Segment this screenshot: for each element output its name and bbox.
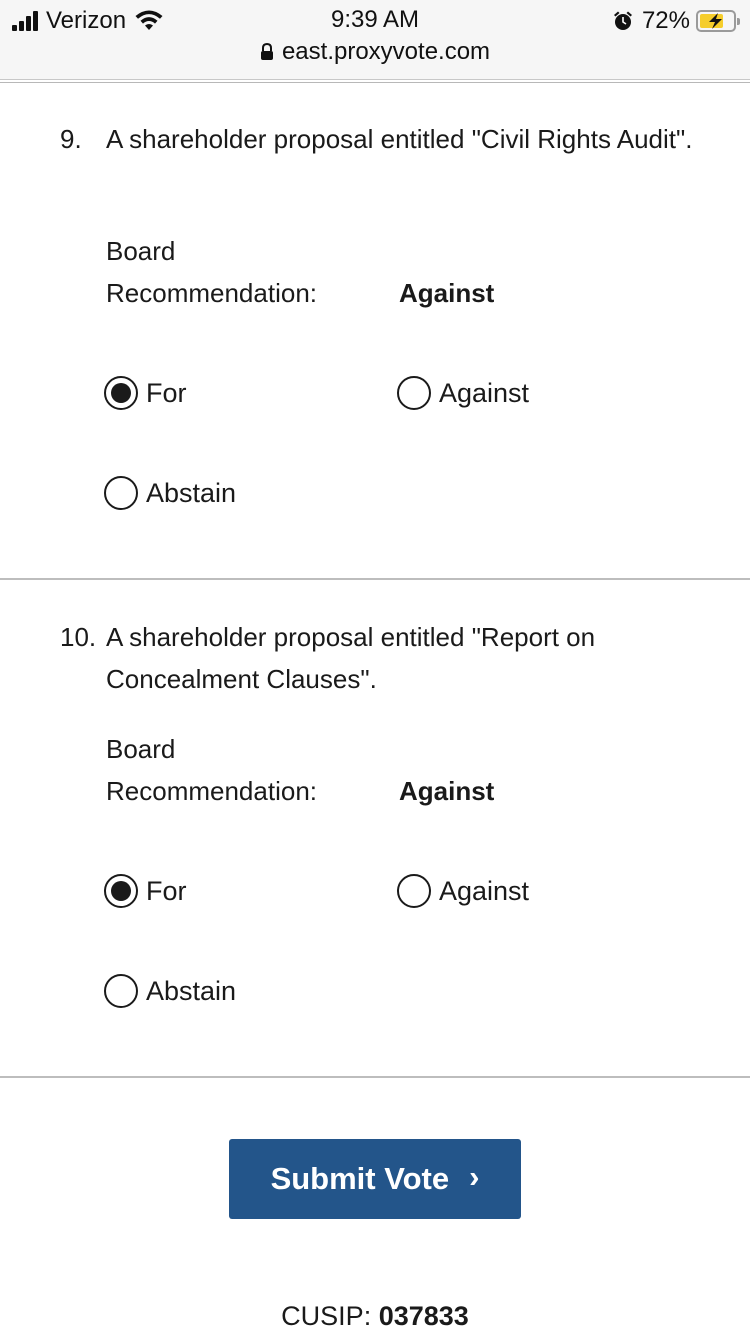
radio-for[interactable] bbox=[104, 874, 138, 908]
proposal-number: 10. bbox=[60, 622, 97, 652]
cusip-value: 037833 bbox=[378, 1301, 469, 1331]
charging-bolt-icon bbox=[709, 13, 722, 29]
vote-option-abstain[interactable]: Abstain bbox=[104, 474, 236, 512]
board-recommendation-label: Board Recommendation: bbox=[106, 734, 317, 806]
option-label: Abstain bbox=[146, 477, 237, 508]
lock-icon bbox=[260, 43, 273, 60]
radio-abstain[interactable] bbox=[104, 974, 138, 1008]
alarm-icon bbox=[613, 11, 632, 30]
option-label: For bbox=[146, 875, 187, 906]
battery-percent: 72% bbox=[641, 7, 690, 34]
radio-for[interactable] bbox=[104, 376, 138, 410]
board-recommendation-value: Against bbox=[399, 776, 495, 806]
option-label: Against bbox=[439, 875, 530, 906]
submit-label: Submit Vote bbox=[270, 1161, 450, 1196]
board-recommendation-value: Against bbox=[399, 278, 495, 308]
url-text: east.proxyvote.com bbox=[281, 38, 491, 65]
radio-selected-dot bbox=[111, 881, 131, 901]
vote-option-abstain[interactable]: Abstain bbox=[104, 972, 236, 1010]
divider bbox=[0, 578, 750, 580]
vote-option-for[interactable]: For bbox=[104, 374, 187, 412]
radio-against[interactable] bbox=[397, 376, 431, 410]
board-recommendation-label: Board Recommendation: bbox=[106, 236, 317, 308]
radio-abstain[interactable] bbox=[104, 476, 138, 510]
option-label: Abstain bbox=[146, 975, 237, 1006]
proposal-number: 9. bbox=[60, 124, 82, 154]
battery-icon bbox=[696, 10, 740, 32]
option-label: For bbox=[146, 377, 187, 408]
cusip-label: CUSIP: bbox=[281, 1301, 372, 1331]
chevron-right-icon: › bbox=[469, 1159, 480, 1194]
divider bbox=[0, 1076, 750, 1078]
proposal-title: A shareholder proposal entitled "Report … bbox=[106, 622, 596, 694]
vote-option-for[interactable]: For bbox=[104, 872, 187, 910]
radio-selected-dot bbox=[111, 383, 131, 403]
proposal-title: A shareholder proposal entitled "Civil R… bbox=[106, 124, 693, 154]
vote-option-against[interactable]: Against bbox=[397, 872, 529, 910]
option-label: Against bbox=[439, 377, 530, 408]
status-bar: Verizon 9:39 AM 72% east.proxyvote.com bbox=[0, 0, 750, 83]
vote-option-against[interactable]: Against bbox=[397, 374, 529, 412]
cusip-line: CUSIP: 037833 bbox=[0, 1301, 750, 1332]
status-right: 72% bbox=[612, 6, 740, 36]
radio-against[interactable] bbox=[397, 874, 431, 908]
submit-vote-button[interactable]: Submit Vote › bbox=[229, 1139, 521, 1219]
url-bar[interactable]: east.proxyvote.com bbox=[0, 38, 750, 66]
